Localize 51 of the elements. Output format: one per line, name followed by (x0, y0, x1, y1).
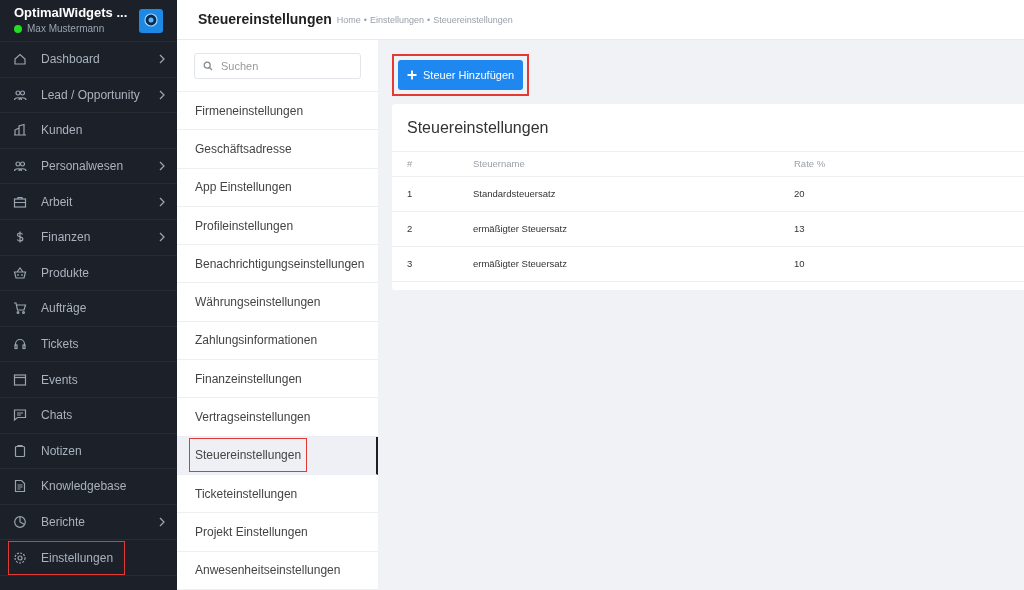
pie-chart-icon (13, 515, 27, 529)
table-cell-text: 1 (407, 186, 414, 201)
table-cell-text: ermäßigter Steuersatz (473, 221, 568, 236)
settings-menu-item[interactable]: App Einstellungen (177, 168, 378, 207)
settings-menu-item[interactable]: Steuereinstellungen (177, 436, 378, 475)
app-logo-icon[interactable] (139, 8, 163, 33)
settings-menu-item[interactable]: Finanzeinstellungen (177, 360, 378, 399)
people-icon (13, 159, 27, 174)
table-cell-text: 10 (794, 256, 806, 271)
app-name: OptimalWidgets ... (14, 5, 128, 21)
table-cell-text: 20 (794, 186, 806, 201)
table-cell-text: 13 (794, 221, 806, 236)
basket-icon (13, 265, 27, 280)
settings-menu-item[interactable]: Geschäftsadresse (177, 130, 378, 169)
cart-icon (13, 301, 27, 316)
settings-menu-item[interactable]: Projekt Einstellungen (177, 513, 378, 552)
card-title: Steuereinstellungen (392, 104, 1024, 152)
chat-icon (13, 408, 27, 423)
breadcrumb-separator: • (427, 13, 431, 27)
breadcrumb-separator: • (363, 13, 367, 27)
gear-icon (13, 550, 27, 565)
document-icon (13, 479, 27, 494)
settings-menu-item[interactable]: Zahlungsinformationen (177, 321, 378, 361)
add-tax-button[interactable]: Steuer Hinzufügen (398, 60, 524, 90)
sidebar-item[interactable]: Einstellungen (0, 540, 177, 576)
search-icon (203, 60, 213, 71)
settings-menu-item[interactable]: Währungseinstellungen (177, 283, 378, 322)
table-cell-text: 3 (407, 256, 414, 271)
settings-menu-item[interactable]: Vertragseinstellungen (177, 398, 378, 437)
clipboard-icon (13, 443, 27, 458)
user-name: Max Mustermann (27, 22, 105, 36)
calendar-icon (13, 372, 27, 387)
briefcase-icon (13, 194, 27, 209)
settings-menu-item[interactable]: Profileinstellungen (177, 206, 378, 246)
table-cell-text: Standardsteuersatz (473, 186, 557, 201)
column-header: # (407, 156, 414, 171)
table-cell-text: 2 (407, 221, 414, 236)
page-title: Steuereinstellungen (198, 10, 332, 29)
table-cell-text: ermäßigter Steuersatz (473, 256, 568, 271)
search-field[interactable]: Suchen (194, 52, 361, 79)
settings-menu-item[interactable]: Ticketeinstellungen (177, 474, 378, 514)
building-icon (13, 123, 27, 138)
plus-icon (407, 70, 417, 80)
column-header: Steuername (473, 156, 526, 171)
house-icon (13, 52, 27, 67)
people-icon (13, 87, 27, 102)
column-header: Rate % (794, 156, 827, 171)
settings-menu-item[interactable]: Anwesenheitseinstellungen (177, 551, 378, 590)
headset-icon (13, 337, 27, 352)
settings-menu-item[interactable]: Firmeneinstellungen (177, 92, 378, 131)
settings-menu-item[interactable]: Benachrichtigungseinstellungen (177, 245, 378, 284)
